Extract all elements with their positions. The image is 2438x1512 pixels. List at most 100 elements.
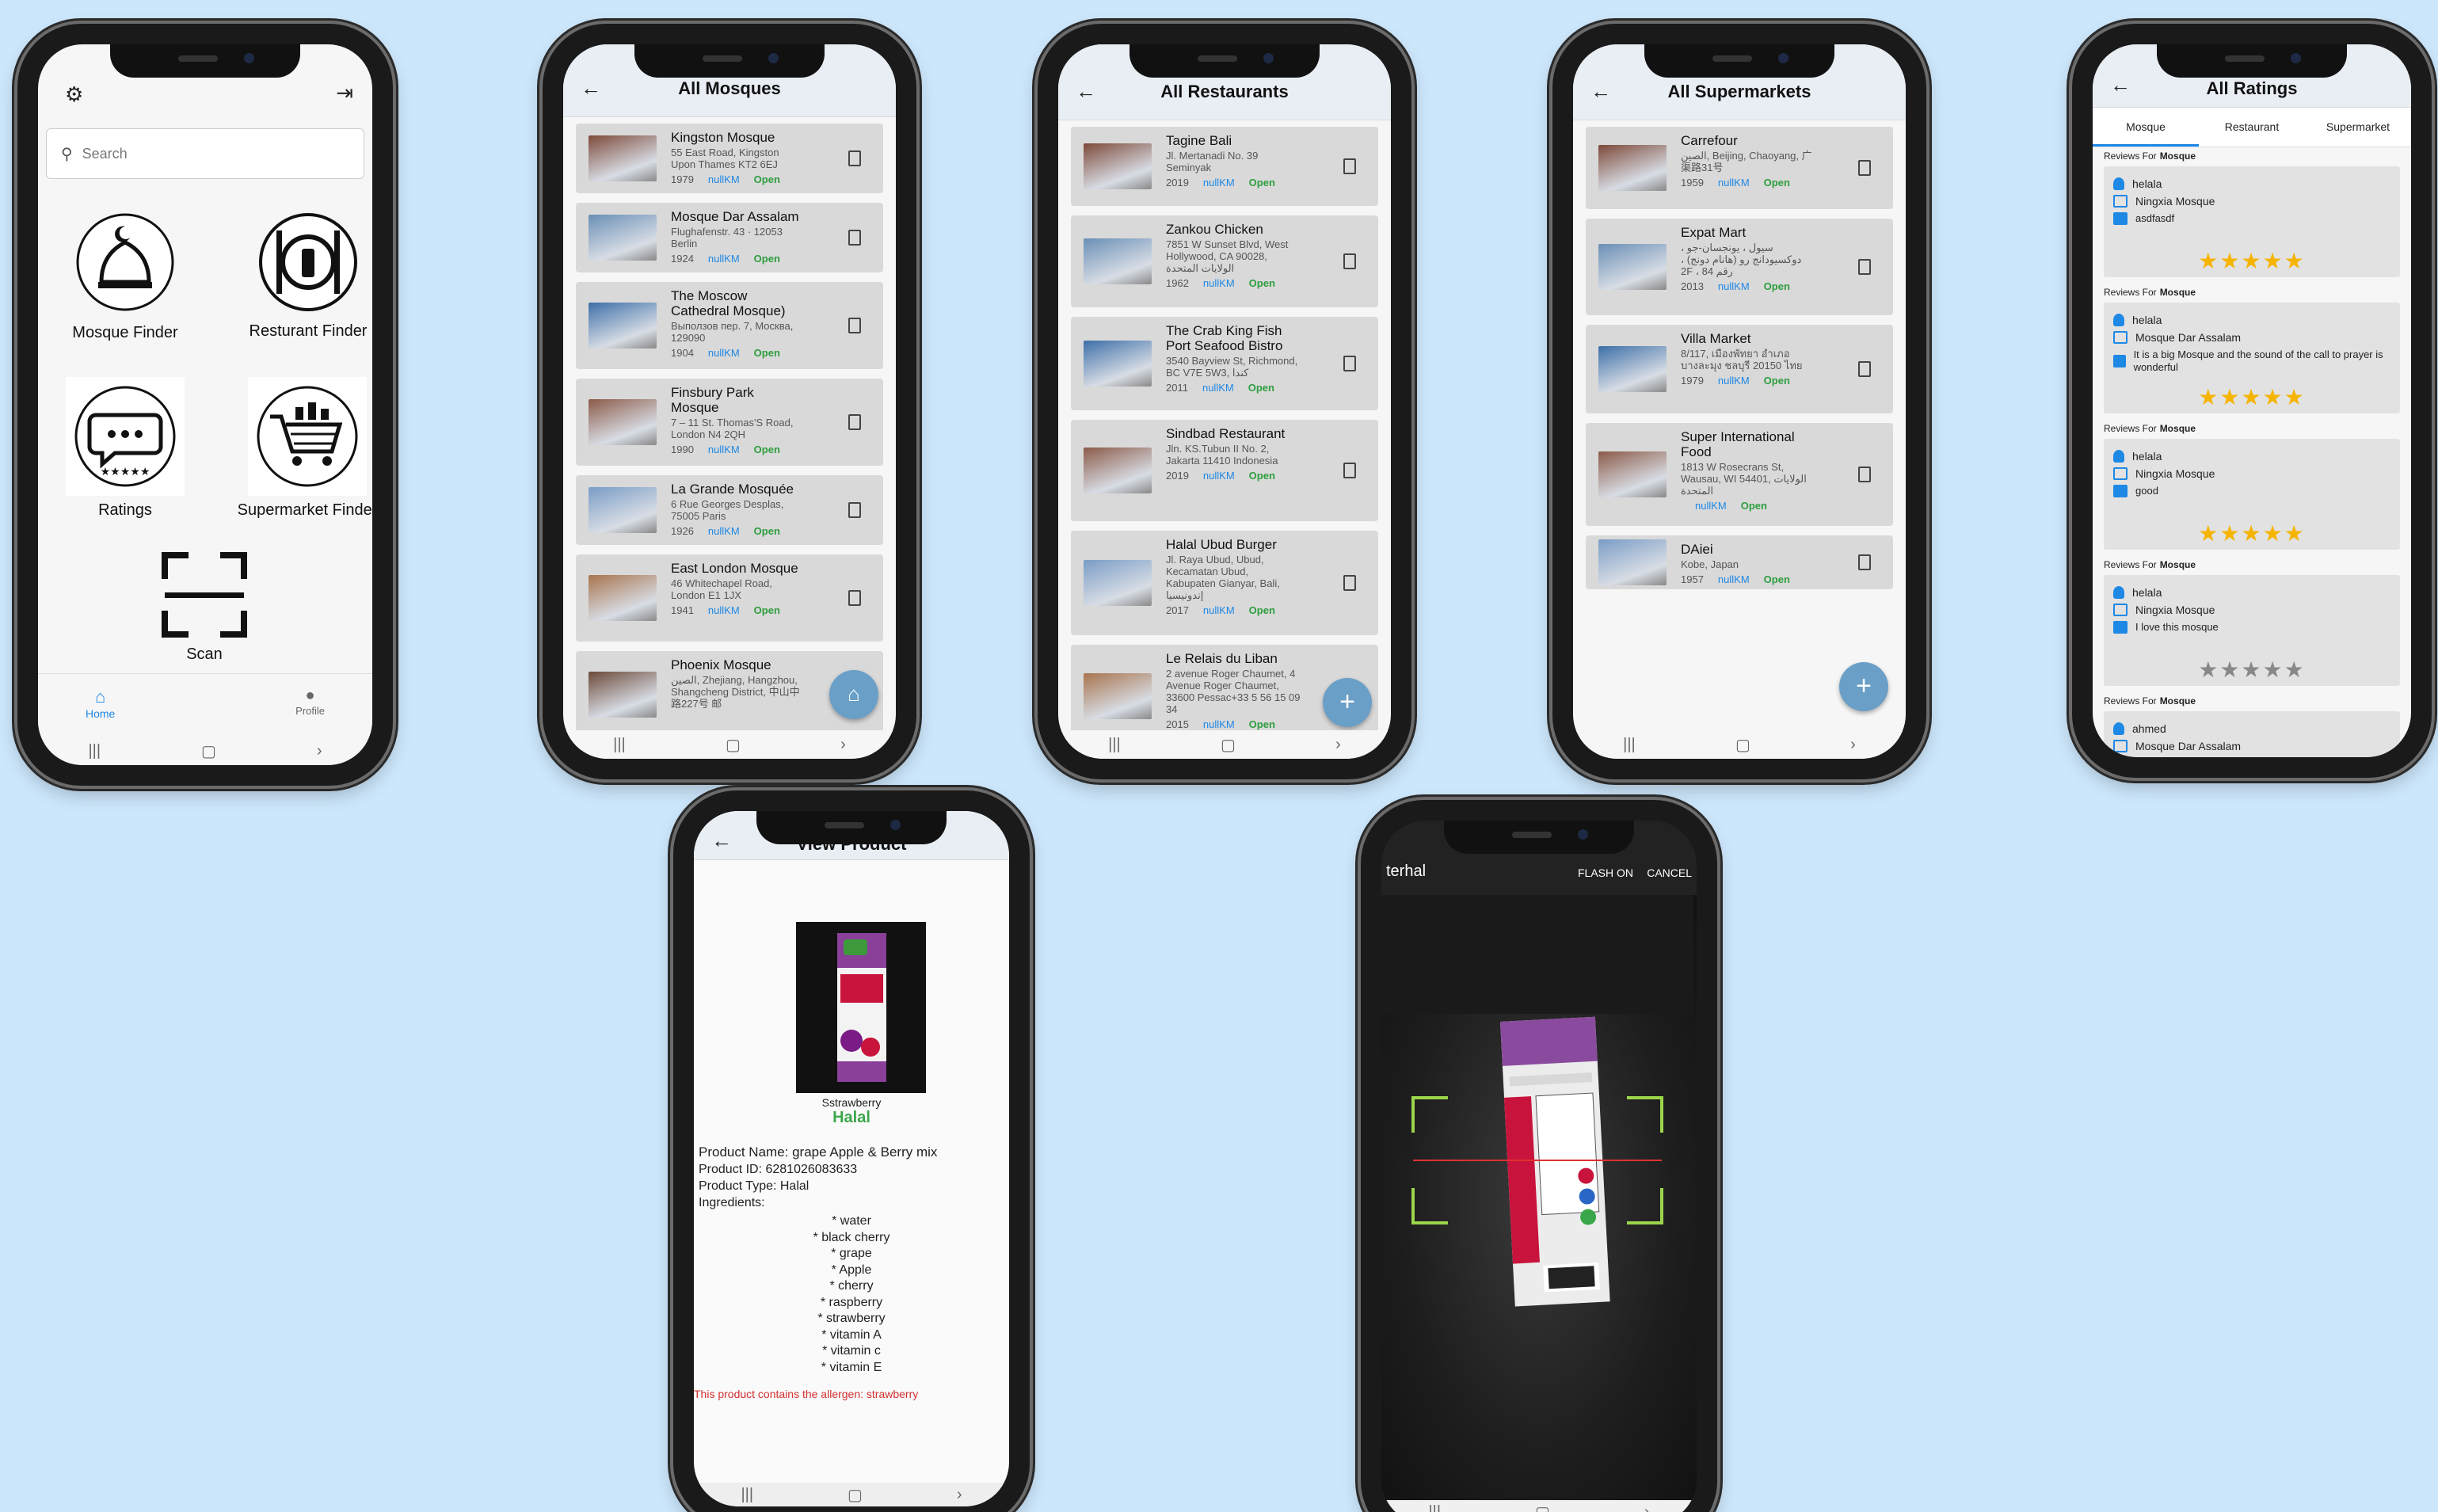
map-icon[interactable]: [1343, 253, 1356, 269]
scan-tile[interactable]: Scan: [157, 551, 252, 664]
mosque-fab[interactable]: ⌂: [829, 670, 878, 719]
place-name: East London Mosque: [671, 561, 798, 576]
tile-ratings[interactable]: ★★★★★ Ratings: [54, 377, 196, 520]
settings-icon[interactable]: ⚙: [65, 82, 83, 107]
map-icon[interactable]: [1858, 554, 1871, 570]
place-address: 7851 W Sunset Blvd, West Hollywood, CA 9…: [1166, 238, 1289, 274]
product-screen: ← View Product Sstrawberry Halal Product…: [694, 811, 1009, 1506]
supermarket-card[interactable]: Super International Food 1813 W Rosecrans…: [1586, 423, 1893, 526]
restaurant-card[interactable]: The Crab King Fish Port Seafood Bistro 35…: [1071, 317, 1378, 410]
place-address: Flughafenstr. 43 · 12053 Berlin: [671, 226, 783, 249]
logout-icon[interactable]: ⇥: [336, 81, 353, 105]
fork-knife-plate-icon: [259, 213, 357, 311]
open-status: Open: [1740, 500, 1767, 512]
place-name: Le Relais du Liban: [1166, 651, 1278, 666]
supermarkets-screen: ← All Supermarkets Carrefour الصين, Beiji…: [1573, 44, 1906, 759]
review-card: ahmedMosque Dar Assalam★★★★★: [2104, 711, 2400, 757]
place-name: DAiei: [1681, 542, 1713, 557]
review-comment: It is a big Mosque and the sound of the …: [2133, 348, 2383, 373]
place-info: The Crab King Fish Port Seafood Bistro 35…: [1166, 323, 1301, 395]
notch: [1644, 44, 1834, 78]
home-screen: ⚙ ⇥ ⚲ Search Mosque Finder Resturant Fin…: [38, 44, 372, 765]
map-icon[interactable]: [848, 414, 861, 430]
place-address: 1813 W Rosecrans St, Wausau, WI 54401, ا…: [1681, 461, 1807, 497]
place-address: Jln. KS.Tubun II No. 2, Jakarta 11410 In…: [1166, 443, 1278, 467]
tab-restaurant[interactable]: Restaurant: [2199, 108, 2305, 147]
tile-mosque-finder[interactable]: Mosque Finder: [54, 211, 196, 342]
restaurant-card[interactable]: Tagine Bali Jl. Mertanadi No. 39 Seminyak…: [1071, 127, 1378, 206]
map-icon[interactable]: [1858, 361, 1871, 377]
review-place-row: Ningxia Mosque: [2113, 195, 2390, 208]
map-icon[interactable]: [1343, 158, 1356, 174]
restaurant-card[interactable]: Zankou Chicken 7851 W Sunset Blvd, West H…: [1071, 215, 1378, 307]
place-meta: 2013 nullKM Open: [1681, 279, 1815, 294]
supermarket-card[interactable]: DAiei Kobe, Japan 1957 nullKM Open: [1586, 535, 1893, 589]
mosque-card[interactable]: The Moscow Cathedral Mosque) Выползов пер…: [576, 282, 883, 369]
search-icon: ⚲: [61, 145, 73, 163]
notch: [756, 811, 947, 844]
star-rating: ★★★★★: [2104, 384, 2400, 410]
search-bar[interactable]: ⚲ Search: [46, 128, 364, 179]
scan-label: Scan: [186, 646, 223, 663]
supermarket-card[interactable]: Expat Mart سيول ، يونجسان-جو ، دوكسيودانج…: [1586, 219, 1893, 315]
map-icon[interactable]: [848, 230, 861, 246]
review-user-row: helala: [2113, 450, 2390, 463]
mosque-card[interactable]: La Grande Mosquée 6 Rue Georges Desplas, …: [576, 475, 883, 545]
map-icon[interactable]: [848, 502, 861, 518]
phone-scanner: terhal FLASH ON CANCEL ||| ›: [1361, 800, 1717, 1512]
ingredient-item: * cherry: [829, 1279, 874, 1293]
supermarket-card[interactable]: Carrefour الصين, Beijing, Chaoyang, 广渠路31…: [1586, 127, 1893, 209]
juice-box-image: [837, 933, 886, 1082]
supermarket-photo: [1598, 145, 1667, 191]
add-fab[interactable]: +: [1323, 678, 1372, 727]
map-icon[interactable]: [848, 590, 861, 606]
mosque-card[interactable]: East London Mosque 46 Whitechapel Road, L…: [576, 554, 883, 642]
allergen-warning: This product contains the allergen: stra…: [694, 1388, 919, 1400]
nav-profile[interactable]: ● Profile: [295, 687, 325, 717]
star-rating: ★★★★★: [2104, 657, 2400, 683]
nav-home[interactable]: ⌂ Home: [86, 687, 115, 720]
map-icon[interactable]: [848, 318, 861, 333]
map-icon[interactable]: [1858, 259, 1871, 275]
place-name: Halal Ubud Burger: [1166, 537, 1277, 552]
place-year: 1979: [671, 173, 694, 185]
place-year: 2011: [1166, 382, 1188, 394]
system-nav-bar: |||▢›: [1573, 730, 1906, 759]
mosque-photo: [589, 672, 657, 718]
cancel-button[interactable]: CANCEL: [1647, 866, 1692, 879]
place-year: 1904: [671, 347, 694, 359]
map-icon[interactable]: [1343, 356, 1356, 371]
place-year: 2013: [1681, 280, 1704, 292]
place-address: 6 Rue Georges Desplas, 75005 Paris: [671, 498, 784, 522]
place-meta: 1990 nullKM Open: [671, 442, 806, 457]
tile-restaurant-finder[interactable]: Resturant Finder: [233, 211, 372, 341]
review-comment-row: I love this mosque: [2113, 621, 2390, 634]
place-info: The Moscow Cathedral Mosque) Выползов пер…: [671, 288, 806, 360]
place-address: 3540 Bayview St, Richmond, BC V7E 5W3, ك…: [1166, 355, 1298, 379]
restaurant-photo: [1084, 341, 1152, 387]
mosque-card[interactable]: Finsbury Park Mosque 7 – 11 St. Thomas'S …: [576, 379, 883, 466]
restaurant-card[interactable]: Halal Ubud Burger Jl. Raya Ubud, Ubud, Ke…: [1071, 531, 1378, 635]
tile-supermarket-finder[interactable]: Supermarket Finder: [220, 377, 372, 520]
map-icon[interactable]: [1343, 463, 1356, 478]
map-icon[interactable]: [1858, 160, 1871, 176]
map-icon[interactable]: [1858, 467, 1871, 482]
add-fab[interactable]: +: [1839, 662, 1888, 711]
star-icon: ★: [2284, 249, 2306, 273]
mosque-card[interactable]: Kingston Mosque 55 East Road, Kingston Up…: [576, 124, 883, 193]
ratings-tabs: Mosque Restaurant Supermarket: [2093, 108, 2411, 147]
flash-button[interactable]: FLASH ON: [1578, 866, 1633, 879]
tab-supermarket[interactable]: Supermarket: [2305, 108, 2411, 147]
open-status: Open: [1763, 375, 1790, 387]
place-distance: nullKM: [1717, 573, 1750, 585]
mosque-card[interactable]: Mosque Dar Assalam Flughafenstr. 43 · 120…: [576, 203, 883, 272]
person-icon: [2113, 722, 2124, 735]
place-year: 1957: [1681, 573, 1704, 585]
map-icon[interactable]: [848, 150, 861, 166]
tab-mosque[interactable]: Mosque: [2093, 108, 2199, 147]
supermarket-card[interactable]: Villa Market 8/117, เมืองพัทยา อำเภอบางละ…: [1586, 325, 1893, 413]
reviews-for-type: Mosque: [2159, 559, 2196, 570]
restaurant-card[interactable]: Sindbad Restaurant Jln. KS.Tubun II No. 2…: [1071, 420, 1378, 521]
open-status: Open: [753, 173, 780, 185]
map-icon[interactable]: [1343, 575, 1356, 591]
